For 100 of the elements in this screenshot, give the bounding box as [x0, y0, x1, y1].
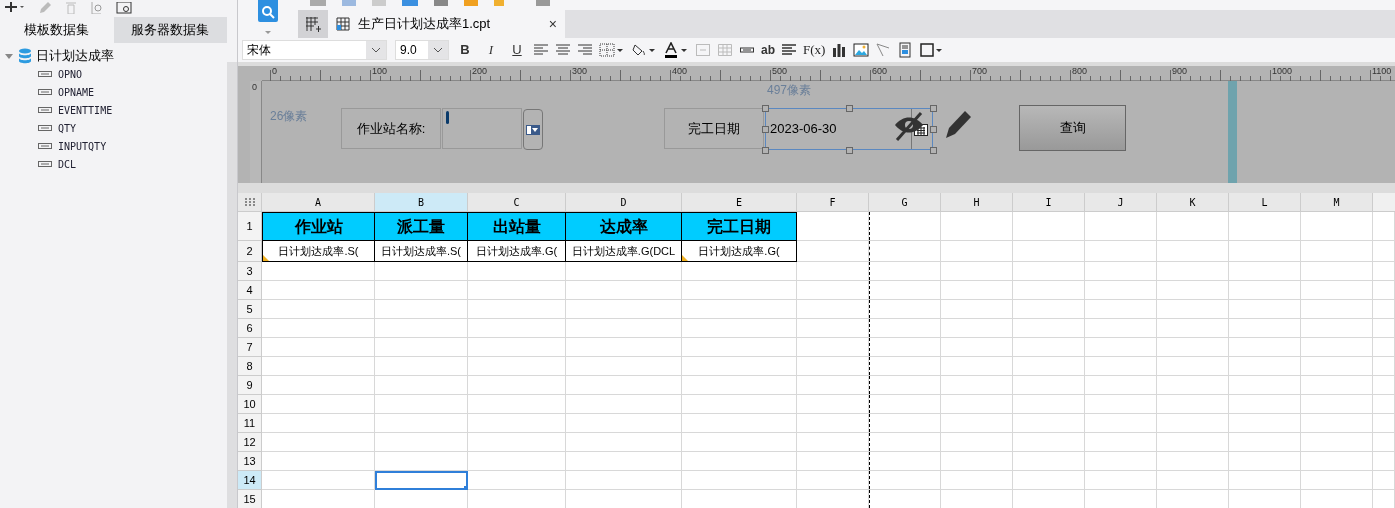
add-icon[interactable] [4, 2, 26, 14]
table-cell[interactable] [1013, 433, 1085, 452]
image-icon[interactable] [853, 42, 870, 58]
pencil-icon[interactable] [944, 108, 974, 140]
table-cell[interactable] [797, 241, 869, 262]
table-cell[interactable] [1085, 433, 1157, 452]
table-cell[interactable] [797, 395, 869, 414]
table-cell[interactable] [941, 300, 1013, 319]
row-header[interactable]: 3 [238, 262, 262, 281]
table-cell[interactable] [1085, 281, 1157, 300]
table-cell[interactable] [1229, 212, 1301, 241]
text-button[interactable]: ab [761, 41, 775, 59]
query-button[interactable]: 查询 [1019, 105, 1126, 151]
document-icon[interactable] [897, 42, 914, 58]
table-cell[interactable] [262, 281, 375, 300]
row-header[interactable]: 8 [238, 357, 262, 376]
table-cell[interactable] [1157, 281, 1229, 300]
resize-handle[interactable] [930, 147, 937, 154]
table-cell[interactable] [869, 471, 941, 490]
row-header[interactable]: 15 [238, 490, 262, 508]
table-cell[interactable] [941, 357, 1013, 376]
table-cell[interactable] [1229, 357, 1301, 376]
table-cell[interactable] [1157, 433, 1229, 452]
table-cell[interactable] [375, 452, 468, 471]
table-cell[interactable] [797, 319, 869, 338]
table-cell[interactable] [682, 471, 797, 490]
column-header[interactable]: F [797, 193, 869, 212]
column-header[interactable]: J [1085, 193, 1157, 212]
formula-button[interactable]: F(x) [803, 40, 826, 60]
table-cell[interactable] [262, 300, 375, 319]
table-cell[interactable] [869, 212, 941, 241]
table-cell[interactable] [1373, 395, 1395, 414]
table-cell[interactable] [375, 319, 468, 338]
selected-cell[interactable] [375, 471, 468, 490]
table-cell[interactable] [1085, 212, 1157, 241]
table-cell[interactable] [682, 452, 797, 471]
table-cell[interactable] [1373, 338, 1395, 357]
table-cell[interactable] [941, 241, 1013, 262]
table-cell[interactable] [375, 281, 468, 300]
table-cell[interactable] [1301, 338, 1373, 357]
resize-handle[interactable] [762, 105, 769, 112]
table-cell[interactable] [262, 414, 375, 433]
resize-handle[interactable] [846, 105, 853, 112]
table-cell[interactable] [375, 395, 468, 414]
row-header[interactable]: 1 [238, 212, 262, 241]
table-cell[interactable] [1373, 319, 1395, 338]
table-cell[interactable] [941, 338, 1013, 357]
column-header[interactable]: D [566, 193, 682, 212]
tree-item[interactable]: OPNAME [58, 84, 95, 100]
table-cell[interactable] [1373, 357, 1395, 376]
bar-chart-icon[interactable] [831, 42, 848, 58]
table-cell[interactable] [682, 319, 797, 338]
table-cell[interactable] [1157, 338, 1229, 357]
table-cell[interactable] [1373, 212, 1395, 241]
table-cell[interactable] [566, 471, 682, 490]
table-cell[interactable] [1373, 300, 1395, 319]
table-cell[interactable] [566, 300, 682, 319]
table-cell[interactable] [869, 357, 941, 376]
table-cell[interactable] [1085, 241, 1157, 262]
tree-item[interactable]: INPUTQTY [58, 138, 107, 154]
table-cell[interactable] [797, 262, 869, 281]
table-cell[interactable] [1013, 338, 1085, 357]
table-cell[interactable] [1085, 357, 1157, 376]
table-cell[interactable] [1085, 452, 1157, 471]
table-cell[interactable] [1013, 452, 1085, 471]
table-cell[interactable] [1157, 471, 1229, 490]
scrollbar[interactable] [227, 62, 237, 508]
table-cell[interactable] [1229, 262, 1301, 281]
table-cell[interactable] [1301, 376, 1373, 395]
table-cell[interactable] [468, 281, 566, 300]
table-cell[interactable] [262, 433, 375, 452]
table-cell[interactable] [468, 433, 566, 452]
close-button[interactable]: × [548, 13, 557, 35]
table-cell[interactable] [1373, 262, 1395, 281]
table-cell[interactable] [468, 319, 566, 338]
table-cell[interactable] [1373, 414, 1395, 433]
table-cell[interactable] [682, 262, 797, 281]
file-tab[interactable]: 生产日计划达成率1.cpt × [328, 10, 565, 38]
paragraph-icon[interactable] [781, 42, 797, 58]
table-cell[interactable] [375, 414, 468, 433]
table-cell[interactable] [941, 262, 1013, 281]
table-cell[interactable] [1157, 376, 1229, 395]
table-cell[interactable] [375, 357, 468, 376]
table-cell[interactable] [262, 319, 375, 338]
row-header[interactable]: 6 [238, 319, 262, 338]
table-cell[interactable] [682, 281, 797, 300]
table-cell[interactable] [1229, 281, 1301, 300]
table-cell[interactable] [1013, 357, 1085, 376]
table-cell[interactable] [375, 433, 468, 452]
table-cell[interactable] [797, 281, 869, 300]
table-cell[interactable] [682, 338, 797, 357]
table-cell[interactable] [1085, 414, 1157, 433]
table-cell[interactable] [797, 300, 869, 319]
table-cell[interactable] [1229, 433, 1301, 452]
row-header[interactable]: 9 [238, 376, 262, 395]
table-cell[interactable] [1229, 300, 1301, 319]
table-cell[interactable] [869, 414, 941, 433]
column-header[interactable]: C [468, 193, 566, 212]
table-cell[interactable] [1301, 262, 1373, 281]
table-cell[interactable] [869, 281, 941, 300]
